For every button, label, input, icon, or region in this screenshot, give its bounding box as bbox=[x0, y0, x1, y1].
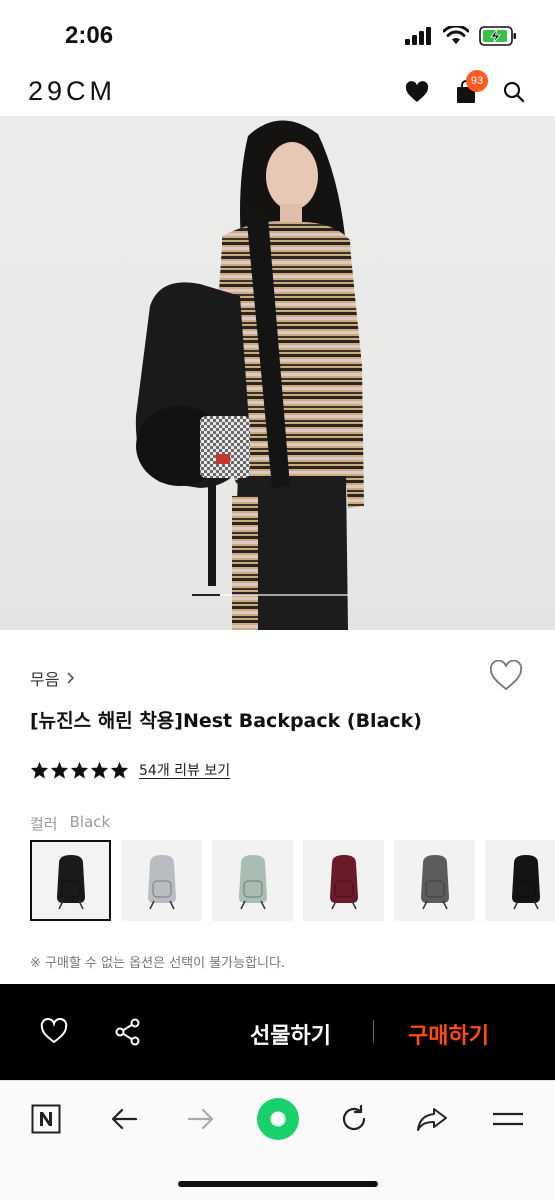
reload-button[interactable] bbox=[336, 1101, 372, 1137]
star-icon bbox=[30, 761, 49, 779]
green-dot-icon bbox=[257, 1098, 299, 1140]
review-link[interactable]: 54개 리뷰 보기 bbox=[139, 760, 230, 780]
signal-icon bbox=[405, 27, 431, 45]
color-selected-text: Black bbox=[69, 813, 111, 831]
reload-icon bbox=[342, 1104, 366, 1131]
heart-outline-icon bbox=[489, 659, 523, 691]
color-swatch[interactable] bbox=[121, 840, 202, 921]
gift-button[interactable]: 선물하기 bbox=[250, 1018, 331, 1050]
star-icon bbox=[50, 761, 69, 779]
search-icon bbox=[503, 81, 525, 103]
heart-filled-icon bbox=[405, 81, 429, 102]
color-swatch[interactable] bbox=[394, 840, 475, 921]
heart-outline-icon bbox=[40, 1018, 68, 1044]
back-button[interactable] bbox=[106, 1101, 142, 1137]
app-header: 29CM 93 bbox=[0, 70, 555, 116]
backpack-thumbnail-icon bbox=[238, 854, 267, 909]
backpack-thumbnail-icon bbox=[147, 854, 176, 909]
share-page-button[interactable] bbox=[414, 1101, 450, 1137]
browser-toolbar bbox=[0, 1080, 555, 1200]
cart-count-badge: 93 bbox=[466, 70, 488, 92]
star-rating bbox=[30, 761, 129, 779]
product-image-carousel[interactable] bbox=[0, 116, 555, 630]
forward-button[interactable] bbox=[183, 1101, 219, 1137]
star-icon bbox=[110, 761, 129, 779]
naver-green-dot-button[interactable] bbox=[256, 1097, 300, 1141]
color-label-text: 컬러 bbox=[30, 815, 58, 833]
status-icons bbox=[405, 26, 517, 46]
menu-button[interactable] bbox=[490, 1101, 526, 1137]
color-swatch[interactable] bbox=[303, 840, 384, 921]
color-swatch[interactable] bbox=[485, 840, 555, 921]
home-indicator bbox=[178, 1181, 378, 1187]
purchase-action-bar: 선물하기 구매하기 bbox=[0, 984, 555, 1080]
product-like-button[interactable] bbox=[489, 659, 523, 695]
brand-logo[interactable]: 29CM bbox=[28, 76, 116, 107]
backpack-thumbnail-icon bbox=[56, 854, 85, 909]
chevron-right-icon bbox=[67, 672, 75, 684]
color-swatch[interactable] bbox=[212, 840, 293, 921]
rating-row: 54개 리뷰 보기 bbox=[30, 760, 230, 780]
wishlist-button[interactable] bbox=[403, 78, 431, 106]
star-icon bbox=[70, 761, 89, 779]
color-swatch[interactable] bbox=[30, 840, 111, 921]
cart-button[interactable]: 93 bbox=[452, 70, 488, 106]
backpack-thumbnail-icon bbox=[420, 854, 449, 909]
battery-charging-icon bbox=[479, 26, 516, 46]
arrow-left-icon bbox=[111, 1108, 138, 1130]
action-divider bbox=[373, 1020, 374, 1042]
hamburger-menu-icon bbox=[493, 1112, 523, 1126]
option-notice: ※ 구매할 수 없는 옵션은 선택이 불가능합니다. bbox=[30, 956, 286, 971]
share-button[interactable] bbox=[114, 1018, 142, 1050]
backpack-thumbnail-icon bbox=[511, 854, 540, 909]
share-icon bbox=[115, 1018, 140, 1046]
share-arrow-icon bbox=[417, 1108, 447, 1131]
product-title: [뉴진스 해린 착용]Nest Backpack (Black) bbox=[30, 710, 422, 732]
color-swatch-row bbox=[30, 840, 555, 921]
naver-home-button[interactable] bbox=[28, 1101, 64, 1137]
star-icon bbox=[90, 761, 109, 779]
status-time: 2:06 bbox=[65, 22, 114, 49]
wifi-icon bbox=[443, 26, 469, 44]
color-option-label: 컬러 Black bbox=[30, 813, 110, 834]
slide-indicator bbox=[192, 594, 348, 596]
product-photo bbox=[135, 120, 364, 630]
brand-name: 무음 bbox=[30, 670, 60, 689]
backpack-thumbnail-icon bbox=[329, 854, 358, 909]
brand-link[interactable]: 무음 bbox=[30, 666, 75, 690]
search-button[interactable] bbox=[500, 78, 528, 106]
slide-indicator-active bbox=[192, 594, 220, 596]
status-bar: 2:06 bbox=[0, 0, 555, 70]
naver-n-icon bbox=[31, 1104, 61, 1134]
like-button[interactable] bbox=[40, 1018, 68, 1048]
buy-button[interactable]: 구매하기 bbox=[408, 1018, 489, 1050]
arrow-right-icon bbox=[187, 1108, 214, 1130]
